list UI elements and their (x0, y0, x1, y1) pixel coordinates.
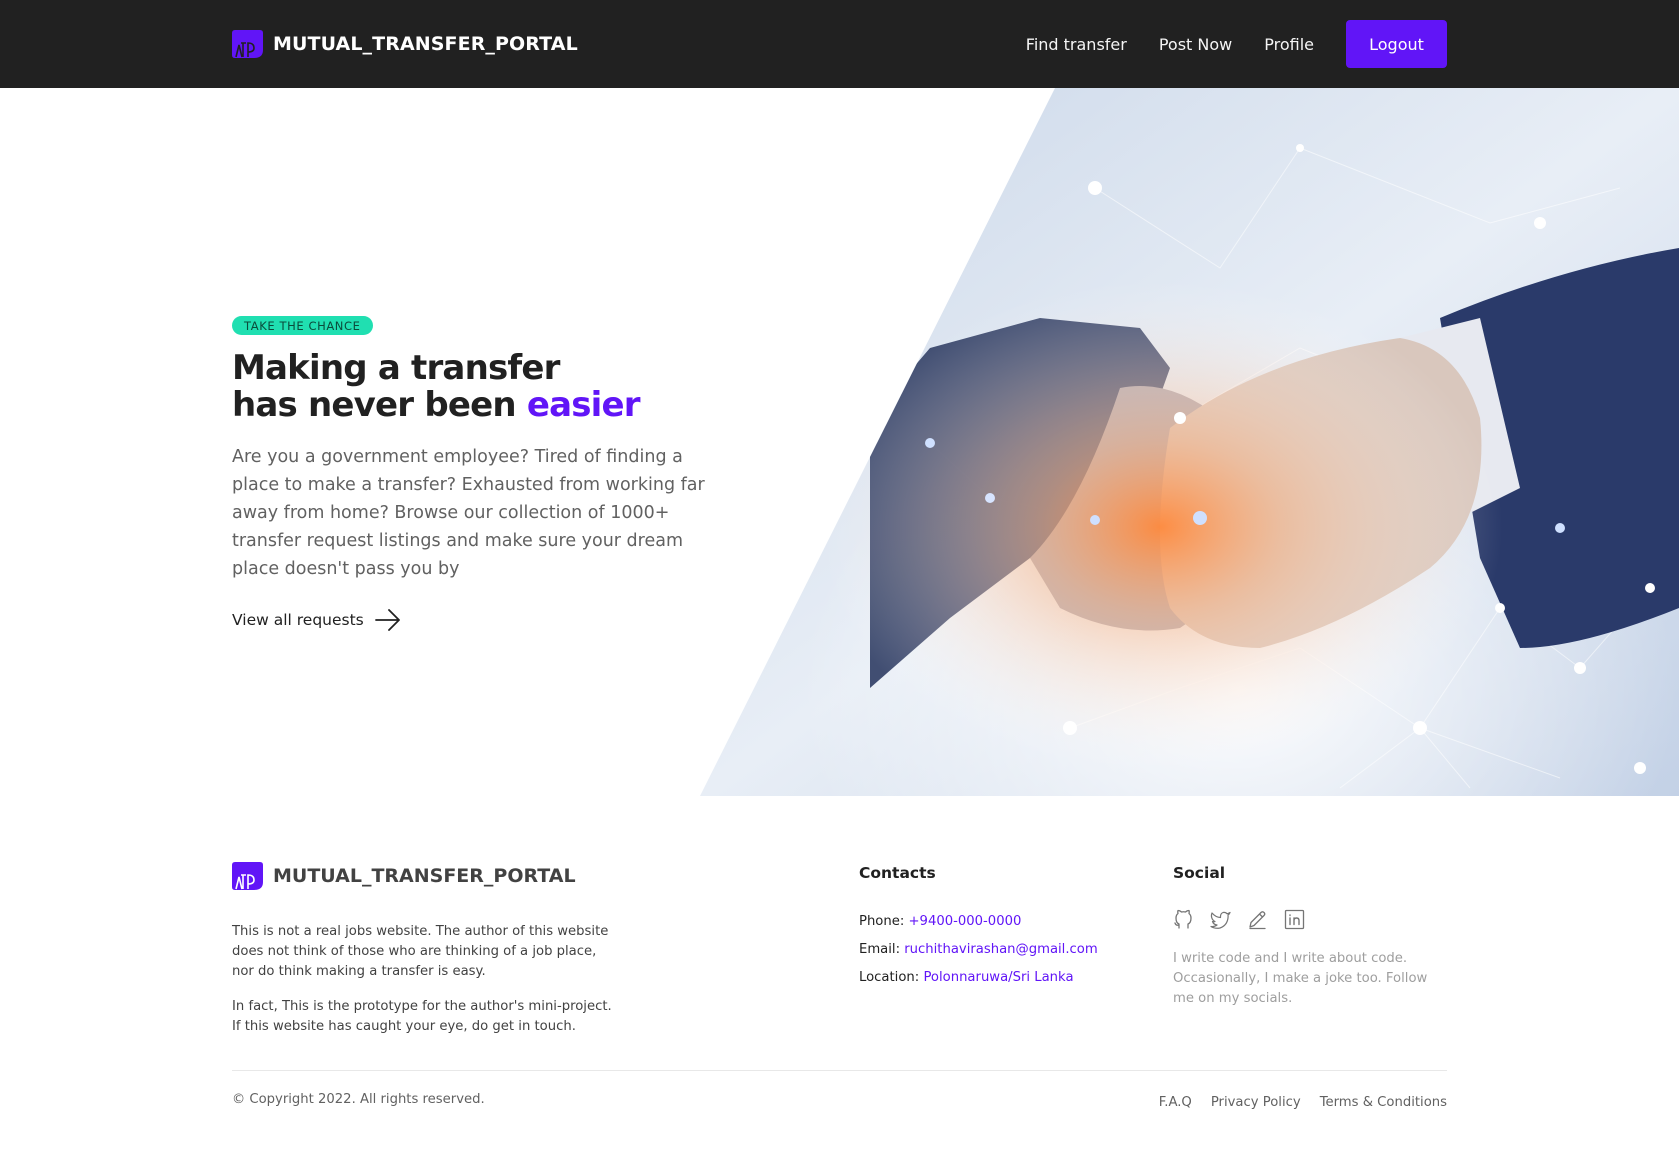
footer-divider (232, 1070, 1447, 1071)
pencil-icon[interactable] (1247, 909, 1268, 930)
hero-description: Are you a government employee? Tired of … (232, 447, 705, 579)
handshake-illustration (700, 88, 1679, 796)
contacts-title: Contacts (859, 864, 936, 882)
contact-location: Location: Polonnaruwa/Sri Lanka (859, 968, 1098, 996)
contact-email: Email: ruchithavirashan@gmail.com (859, 940, 1098, 968)
nav-profile[interactable]: Profile (1264, 35, 1314, 54)
copyright-text: © Copyright 2022. All rights reserved. (232, 1092, 485, 1107)
contact-phone: Phone: +9400-000-0000 (859, 912, 1098, 940)
location-link[interactable]: Polonnaruwa/Sri Lanka (923, 970, 1073, 985)
terms-link[interactable]: Terms & Conditions (1320, 1095, 1447, 1110)
faq-link[interactable]: F.A.Q (1159, 1095, 1192, 1110)
footer-brand-logo[interactable]: MUTUAL_TRANSFER_PORTAL (232, 860, 576, 892)
email-label: Email: (859, 942, 901, 957)
top-navbar: MUTUAL_TRANSFER_PORTAL Find transfer Pos… (0, 0, 1679, 88)
footer-brand-name: MUTUAL_TRANSFER_PORTAL (273, 865, 576, 887)
legal-links: F.A.Q Privacy Policy Terms & Conditions (1159, 1095, 1447, 1110)
hero-title-line2-wrap: has never been easier (232, 387, 752, 424)
social-title: Social (1173, 864, 1226, 882)
twitter-icon[interactable] (1210, 909, 1231, 930)
hero-title-line2: has never been (232, 385, 517, 425)
footer-about-p2: In fact, This is the prototype for the a… (232, 999, 612, 1034)
phone-label: Phone: (859, 914, 905, 929)
privacy-policy-link[interactable]: Privacy Policy (1211, 1095, 1301, 1110)
arrow-right-icon (374, 609, 400, 631)
contacts-list: Phone: +9400-000-0000 Email: ruchithavir… (859, 912, 1098, 996)
brand-name: MUTUAL_TRANSFER_PORTAL (273, 33, 578, 55)
social-icons (1173, 909, 1305, 930)
github-icon[interactable] (1173, 909, 1194, 930)
mtp-logo-icon (232, 30, 263, 58)
nav-post-now[interactable]: Post Now (1159, 35, 1232, 54)
hero-title-accent: easier (526, 385, 641, 425)
footer-about: This is not a real jobs website. The aut… (232, 922, 622, 1052)
phone-link[interactable]: +9400-000-0000 (909, 914, 1022, 929)
cta-label: View all requests (232, 611, 364, 629)
nav-find-transfer[interactable]: Find transfer (1026, 35, 1127, 54)
email-link[interactable]: ruchithavirashan@gmail.com (904, 942, 1097, 957)
footer-about-p1: This is not a real jobs website. The aut… (232, 924, 609, 979)
location-label: Location: (859, 970, 920, 985)
main-nav: Find transfer Post Now Profile Logout (1026, 20, 1447, 68)
hero-badge: TAKE THE CHANCE (232, 316, 373, 335)
brand-logo[interactable]: MUTUAL_TRANSFER_PORTAL (232, 28, 578, 60)
linkedin-icon[interactable] (1284, 909, 1305, 930)
hero-title-line1: Making a transfer (232, 348, 560, 388)
handshake-network-image (700, 88, 1679, 796)
social-description: I write code and I write about code. Occ… (1173, 951, 1428, 1006)
mtp-logo-icon (232, 862, 263, 890)
view-all-requests-link[interactable]: View all requests (232, 606, 402, 634)
hero-title: Making a transfer has never been easier (232, 350, 752, 424)
logout-button[interactable]: Logout (1346, 20, 1447, 68)
